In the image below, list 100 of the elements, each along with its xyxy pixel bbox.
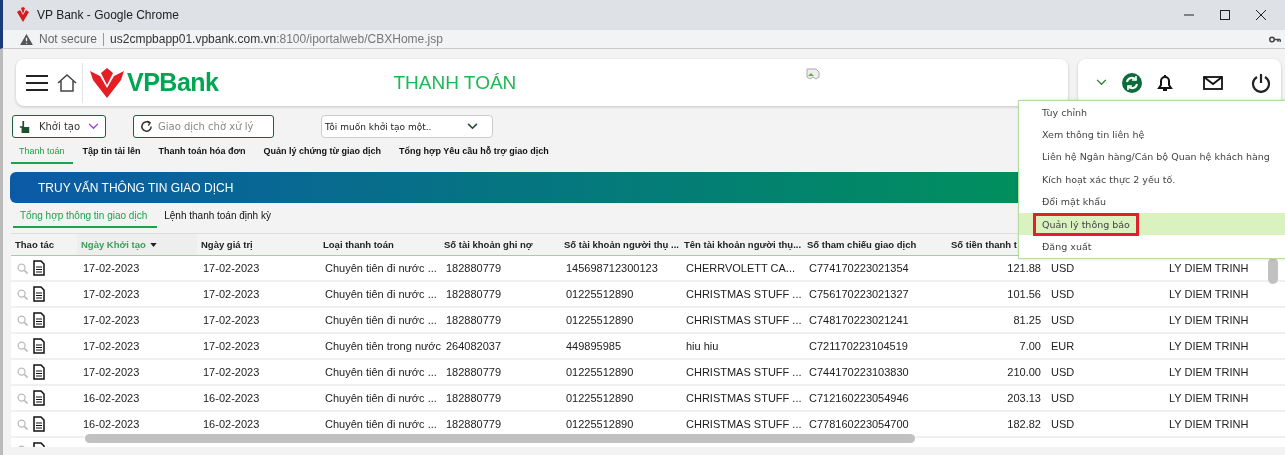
logo-text: VPBank bbox=[127, 68, 219, 97]
table-cell-text: 182880779 bbox=[445, 391, 503, 406]
nav-tab[interactable]: Thanh toán hóa đơn bbox=[150, 144, 254, 164]
logo-icon bbox=[89, 67, 125, 98]
column-header[interactable]: Số tham chiếu giao dịch bbox=[803, 234, 947, 255]
table-cell-text: LY DIEM TRINH bbox=[1168, 417, 1250, 432]
table-cell-text: USD bbox=[1050, 391, 1076, 406]
table-cell-text: CHRISTMAS STUFF ... bbox=[685, 365, 803, 380]
menu-item[interactable]: Kích hoạt xác thực 2 yếu tố. bbox=[1019, 168, 1285, 191]
table-cell-text: C778160223054700 bbox=[808, 417, 910, 432]
table-cell-text: CHRISTMAS STUFF ... bbox=[685, 391, 803, 406]
table-cell-text: 17-02-2023 bbox=[82, 339, 141, 354]
table-cell-text: 203.13 bbox=[1006, 391, 1042, 406]
table-cell-text: LY DIEM TRINH bbox=[1168, 313, 1250, 328]
table-cell-text: 01225512890 bbox=[565, 313, 635, 328]
table-cell-text: USD bbox=[1050, 313, 1076, 328]
url-text[interactable]: us2cmpbapp01.vpbank.com.vn:8100/iportalweb/CBXHome.jsp bbox=[110, 32, 443, 46]
column-header[interactable]: Ngày giá trị bbox=[197, 234, 319, 255]
action-select[interactable]: Tôi muốn khởi tạo một.. bbox=[321, 115, 493, 138]
table-cell-text: 16-02-2023 bbox=[202, 391, 261, 406]
table-cell-text: USD bbox=[1050, 261, 1076, 276]
table-cell-text: 16-02-2023 bbox=[202, 417, 261, 432]
column-header[interactable]: Số tài khoản ghi nợ bbox=[440, 234, 560, 255]
table-cell-text: 16-02-2023 bbox=[82, 391, 141, 406]
nav-tab[interactable]: Tập tin tải lên bbox=[74, 144, 149, 164]
table-cell-text: 01225512890 bbox=[565, 287, 635, 302]
table-cell-text: 01225512890 bbox=[565, 417, 635, 432]
table-cell-text: 17-02-2023 bbox=[202, 261, 261, 276]
table-cell-text: Chuyên tiên trong nước bbox=[324, 339, 440, 354]
section-title: TRUY VẤN THÔNG TIN GIAO DỊCH bbox=[38, 180, 234, 195]
nav-tab[interactable]: Tổng hợp Yêu cầu hỗ trợ giao dịch bbox=[391, 144, 557, 164]
table-cell-text: LY DIEM TRINH bbox=[1168, 339, 1250, 354]
page-title: THANH TOÁN bbox=[393, 71, 517, 94]
refresh-icon bbox=[140, 120, 153, 133]
close-icon[interactable] bbox=[1255, 9, 1267, 21]
table-cell-text: 17-02-2023 bbox=[82, 313, 141, 328]
table-cell-text: hiu hiu bbox=[685, 339, 720, 354]
table-cell-text: CHERRVOLETT CA... bbox=[685, 261, 796, 276]
table-cell-text: 145698712300123 bbox=[565, 261, 659, 276]
power-icon[interactable] bbox=[1251, 72, 1271, 93]
chevron-down-icon bbox=[467, 123, 478, 130]
table-cell-text: 182880779 bbox=[445, 261, 503, 276]
table-cell-text: EUR bbox=[1050, 339, 1076, 354]
refresh-icon[interactable] bbox=[1122, 72, 1142, 93]
table-cell-text: C712160223054946 bbox=[808, 391, 910, 406]
sort-descending-icon bbox=[149, 242, 157, 247]
table-cell-text: 182880779 bbox=[445, 365, 503, 380]
mail-icon[interactable] bbox=[1203, 75, 1223, 90]
table-cell-text: 01225512890 bbox=[565, 391, 635, 406]
table-cell-text: 101.56 bbox=[1006, 287, 1042, 302]
table-cell-text: LY DIEM TRINH bbox=[1168, 287, 1250, 302]
menu-item[interactable]: Tùy chỉnh bbox=[1019, 101, 1285, 124]
horizontal-scrollbar[interactable] bbox=[85, 434, 915, 443]
pending-transactions-button[interactable]: Giao dịch chờ xử lý bbox=[133, 115, 274, 138]
table-cell-text: LY DIEM TRINH bbox=[1168, 261, 1250, 276]
table-cell-text: USD bbox=[1050, 417, 1076, 432]
table-cell-text: 449895985 bbox=[565, 339, 623, 354]
table-cell-text: 17-02-2023 bbox=[202, 287, 261, 302]
vertical-scrollbar[interactable] bbox=[1268, 258, 1278, 284]
browser-favicon-icon bbox=[15, 7, 31, 23]
table-cell-text: Chuyên tiên đi nước ... bbox=[324, 365, 438, 380]
column-header[interactable]: Loại thanh toán bbox=[319, 234, 440, 255]
table-cell-text: 01225512890 bbox=[565, 365, 635, 380]
table-cell-text: 182880779 bbox=[445, 417, 503, 432]
bell-icon[interactable] bbox=[1155, 72, 1175, 93]
column-header[interactable]: Thao tác bbox=[11, 234, 77, 255]
table-cell-text: 264082037 bbox=[445, 339, 503, 354]
table-cell-text: 17-02-2023 bbox=[82, 365, 141, 380]
nav-tab[interactable]: Quản lý chứng từ giao dịch bbox=[255, 144, 389, 164]
table-cell-text: LY DIEM TRINH bbox=[1168, 391, 1250, 406]
menu-item[interactable]: Quản lý thông báo bbox=[1019, 212, 1285, 236]
column-header[interactable]: Số tài khoản người thụ ... bbox=[560, 234, 680, 255]
table-cell-text: C721170223104519 bbox=[808, 339, 909, 354]
key-icon[interactable] bbox=[1269, 35, 1281, 43]
home-icon[interactable] bbox=[56, 72, 78, 93]
menu-item[interactable]: Đăng xuất bbox=[1019, 235, 1285, 258]
security-label[interactable]: Not secure bbox=[39, 32, 98, 46]
column-header[interactable]: Tên tài khoản người thụ... bbox=[680, 234, 803, 255]
create-dropdown-button[interactable]: Khởi tạo bbox=[12, 115, 106, 138]
table-cell-text: USD bbox=[1050, 287, 1076, 302]
table-cell-text: 17-02-2023 bbox=[82, 287, 141, 302]
menu-item[interactable]: Liên hệ Ngân hàng/Cán bộ Quan hệ khách hàng bbox=[1019, 145, 1285, 169]
table-cell-text: Chuyên tiên đi nước ... bbox=[324, 391, 438, 406]
table-cell-text: 182880779 bbox=[445, 287, 503, 302]
menu-item[interactable]: Xem thông tin liên hệ bbox=[1019, 123, 1285, 146]
chevron-down-icon[interactable] bbox=[1096, 79, 1107, 86]
table-cell-text: 182880779 bbox=[445, 313, 503, 328]
table-cell-text: 17-02-2023 bbox=[202, 365, 261, 380]
table-cell-text: Chuyên tiên đi nước ... bbox=[324, 287, 438, 302]
menu-item[interactable]: Đổi mật khẩu bbox=[1019, 190, 1285, 213]
table-cell-text: USD bbox=[1050, 365, 1076, 380]
window-title: VP Bank - Google Chrome bbox=[37, 8, 179, 22]
table-cell-text: C748170223021241 bbox=[808, 313, 910, 328]
sub-tab[interactable]: Lệnh thanh toán định kỳ bbox=[157, 206, 281, 228]
table-cell-text: C774170223021354 bbox=[808, 261, 910, 276]
table-cell-text: 210.00 bbox=[1006, 365, 1042, 380]
warning-icon bbox=[20, 33, 33, 45]
menu-icon[interactable] bbox=[26, 73, 48, 92]
table-cell-text: CHRISTMAS STUFF ... bbox=[685, 287, 803, 302]
maximize-icon[interactable] bbox=[1219, 9, 1231, 21]
